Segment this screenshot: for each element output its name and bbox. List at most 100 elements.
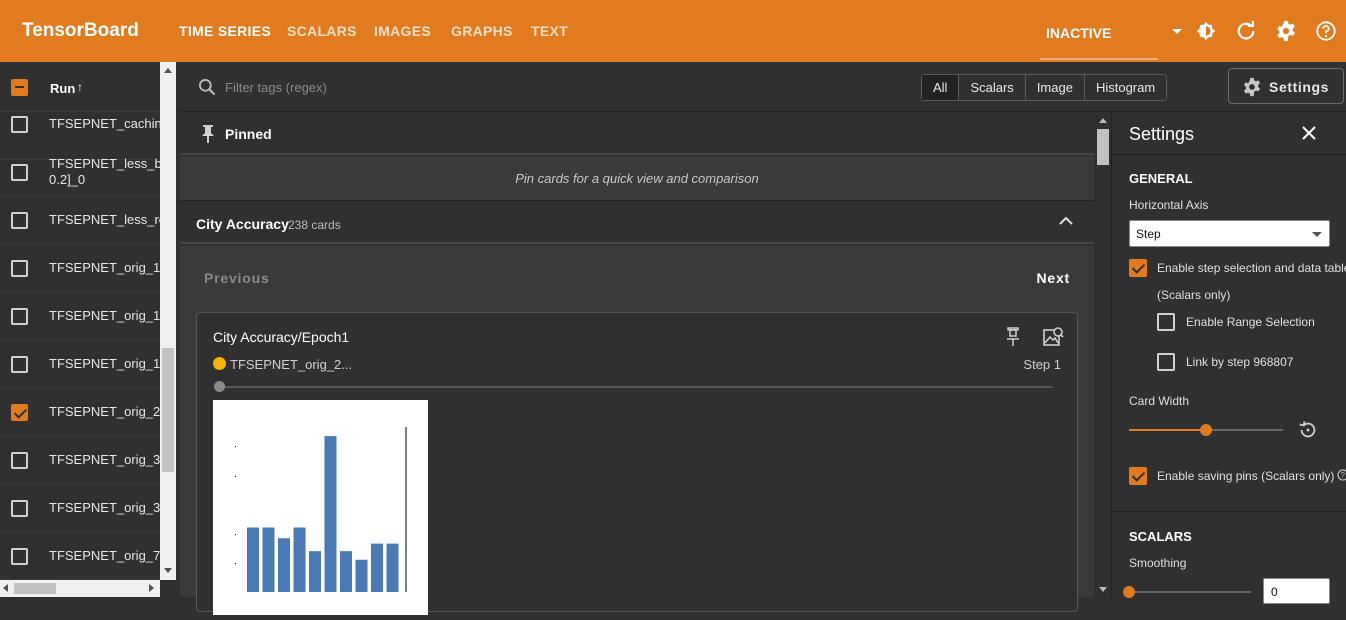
pinned-title: Pinned (225, 126, 272, 142)
close-icon[interactable] (1301, 125, 1317, 141)
run-label: TFSEPNET_caching (49, 116, 160, 131)
card-image (213, 400, 428, 615)
smoothing-slider-track[interactable] (1129, 591, 1251, 593)
run-checkbox[interactable] (11, 356, 28, 373)
chart-bars (247, 436, 399, 592)
tab-graphs[interactable]: GRAPHS (451, 23, 513, 39)
step-selection-checkbox[interactable] (1129, 259, 1147, 277)
help-icon[interactable]: ? (1337, 469, 1346, 481)
image-zoom-icon[interactable] (1042, 326, 1064, 348)
smoothing-input[interactable]: 0 (1263, 578, 1330, 604)
smoothing-slider-knob[interactable] (1123, 586, 1135, 598)
scrollbar-thumb[interactable] (14, 583, 56, 594)
reset-icon[interactable] (1297, 419, 1319, 441)
run-checkbox[interactable] (11, 116, 28, 133)
chart-bar (247, 527, 259, 592)
run-label: TFSEPNET_orig_30 (49, 452, 160, 467)
pin-icon[interactable] (1005, 327, 1021, 347)
type-image-button[interactable]: Image (1026, 75, 1085, 100)
scroll-right-icon[interactable] (149, 584, 154, 592)
run-row[interactable]: TFSEPNET_orig_7-5 (0, 532, 160, 580)
run-row[interactable]: TFSEPNET_orig_30 (0, 484, 160, 532)
previous-page-button[interactable]: Previous (204, 270, 270, 286)
scrollbar-thumb[interactable] (162, 348, 174, 472)
run-label: TFSEPNET_orig_29 (49, 404, 160, 419)
divider (1112, 511, 1346, 512)
card-type-toggle: All Scalars Image Histogram (921, 74, 1168, 101)
range-selection-label: Enable Range Selection (1186, 315, 1315, 329)
scalars-section-title: SCALARS (1129, 529, 1192, 544)
select-all-checkbox[interactable] (11, 79, 28, 96)
search-icon (199, 79, 216, 96)
pinned-empty-text: Pin cards for a quick view and compariso… (515, 171, 759, 186)
pinned-section-header: Pinned (180, 113, 1094, 155)
run-label: TFSEPNET_orig_1-5 (49, 260, 160, 275)
chart-bar (278, 538, 290, 592)
main-vertical-scrollbar[interactable] (1095, 113, 1111, 597)
tab-images[interactable]: IMAGES (374, 23, 431, 39)
chevron-up-icon[interactable] (1058, 215, 1074, 227)
chevron-down-icon[interactable] (1172, 29, 1182, 34)
run-checkbox[interactable] (11, 164, 28, 181)
runs-horizontal-scrollbar[interactable] (0, 580, 160, 597)
scroll-left-icon[interactable] (3, 584, 8, 592)
runs-vertical-scrollbar[interactable] (160, 62, 176, 580)
horizontal-axis-select[interactable]: Step (1129, 220, 1330, 247)
run-checkbox[interactable] (11, 212, 28, 229)
run-checkbox[interactable] (11, 452, 28, 469)
run-checkbox[interactable] (11, 548, 28, 565)
run-row[interactable]: TFSEPNET_orig_12 (0, 292, 160, 340)
scroll-down-icon[interactable] (164, 568, 172, 573)
run-row[interactable]: TFSEPNET_less_br 0.2]_0 (0, 148, 160, 196)
tab-time-series[interactable]: TIME SERIES (179, 23, 271, 39)
runs-header: Run ↑ (0, 62, 160, 112)
reload-icon[interactable] (1235, 20, 1257, 42)
step-slider-knob[interactable] (214, 381, 225, 392)
general-section-title: GENERAL (1129, 171, 1193, 186)
run-row[interactable]: TFSEPNET_orig_1-5 (0, 244, 160, 292)
saving-pins-checkbox[interactable] (1129, 467, 1147, 485)
scrollbar-thumb[interactable] (1097, 129, 1109, 165)
run-row[interactable]: TFSEPNET_orig_30 (0, 436, 160, 484)
scroll-down-icon[interactable] (1099, 587, 1107, 592)
tag-filter-input[interactable]: Filter tags (regex) (225, 80, 327, 95)
link-by-step-checkbox[interactable] (1157, 353, 1175, 371)
run-row[interactable]: TFSEPNET_orig_29 (0, 388, 160, 436)
help-icon[interactable] (1315, 20, 1337, 42)
run-checkbox[interactable] (11, 500, 28, 517)
run-checkbox[interactable] (11, 308, 28, 325)
type-scalars-button[interactable]: Scalars (959, 75, 1026, 100)
settings-panel-title: Settings (1129, 124, 1195, 144)
tab-text[interactable]: TEXT (531, 23, 568, 39)
plugin-select[interactable]: INACTIVE (1040, 0, 1158, 60)
run-label: TFSEPNET_orig_13 (49, 356, 160, 371)
step-slider-track[interactable] (219, 386, 1053, 388)
run-row[interactable]: TFSEPNET_orig_13 (0, 340, 160, 388)
card-width-slider-knob[interactable] (1200, 424, 1212, 436)
type-all-button[interactable]: All (922, 75, 960, 100)
card-group-header[interactable]: City Accuracy 238 cards (180, 202, 1094, 244)
run-checkbox[interactable] (11, 260, 28, 277)
settings-button[interactable]: Settings (1228, 68, 1344, 104)
settings-panel: Settings GENERAL Horizontal Axis Step En… (1111, 112, 1346, 604)
next-page-button[interactable]: Next (1036, 270, 1070, 286)
scroll-up-icon[interactable] (1099, 118, 1107, 123)
type-histogram-button[interactable]: Histogram (1085, 75, 1166, 100)
card-title: City Accuracy/Epoch1 (213, 329, 350, 345)
runs-column-header[interactable]: Run (50, 81, 75, 96)
gear-icon[interactable] (1275, 20, 1297, 42)
run-label: TFSEPNET_orig_7-5 (49, 548, 160, 563)
run-row[interactable]: TFSEPNET_less_re (0, 196, 160, 244)
theme-icon[interactable] (1195, 20, 1217, 42)
chart-bar (340, 551, 352, 592)
run-label-line2: 0.2]_0 (49, 172, 86, 187)
scroll-up-icon[interactable] (164, 68, 172, 73)
gear-icon (1244, 77, 1261, 97)
group-title: City Accuracy (196, 216, 289, 232)
range-selection-checkbox[interactable] (1157, 313, 1175, 331)
top-app-bar: TensorBoard TIME SERIES SCALARS IMAGES G… (0, 0, 1346, 62)
pinned-empty-state: Pin cards for a quick view and compariso… (180, 157, 1094, 201)
tab-scalars[interactable]: SCALARS (287, 23, 357, 39)
chevron-down-icon (1312, 232, 1322, 237)
run-checkbox[interactable] (11, 404, 28, 421)
